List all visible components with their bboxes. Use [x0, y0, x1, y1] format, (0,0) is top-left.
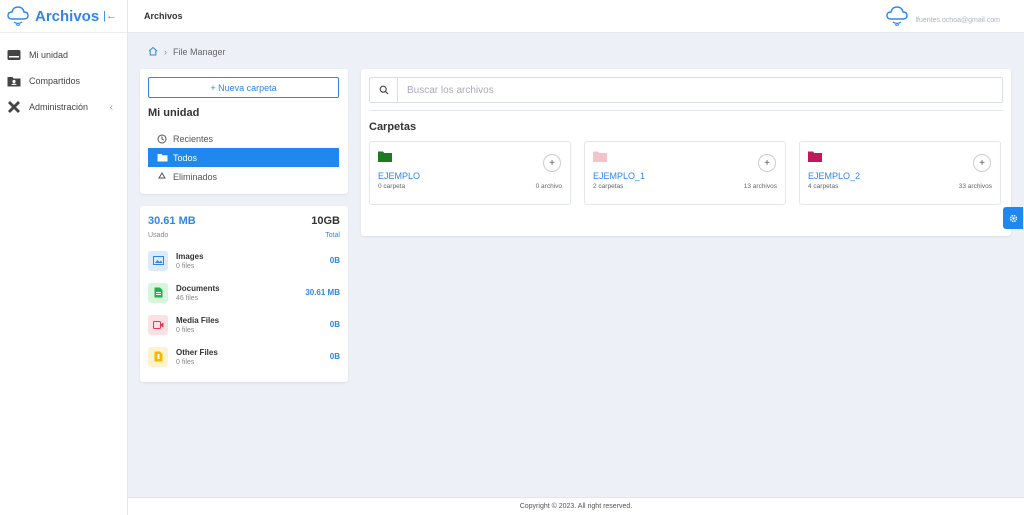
folder-name: EJEMPLO_2 — [808, 171, 861, 181]
file-type-count: 0 files — [176, 326, 195, 334]
file-type-name: Images — [176, 251, 204, 261]
sidebar-item-administracion[interactable]: Administración ‹ — [0, 94, 127, 120]
recycle-icon — [156, 171, 168, 182]
home-icon[interactable] — [148, 46, 158, 58]
new-folder-button[interactable]: + Nueva carpeta — [148, 77, 339, 98]
folder-name: EJEMPLO_1 — [593, 171, 646, 181]
folder-card[interactable]: + EJEMPLO_1 2 carpetas 13 archivos — [584, 141, 786, 205]
add-icon[interactable]: + — [973, 154, 991, 172]
add-icon[interactable]: + — [543, 154, 561, 172]
cloud-icon — [7, 6, 29, 26]
folder-file-count: 33 archivos — [958, 183, 992, 190]
divider — [369, 110, 1003, 111]
file-type-size: 0B — [329, 352, 340, 361]
nav-link-todos[interactable]: Todos — [148, 148, 339, 167]
brand[interactable]: Archivos |← — [0, 0, 127, 33]
search-bar — [369, 77, 1003, 103]
search-input[interactable] — [398, 84, 978, 96]
folder-card[interactable]: + EJEMPLO_2 4 carpetas 33 archivos — [799, 141, 1001, 205]
collapse-sidebar-icon[interactable]: |← — [103, 10, 117, 22]
folder-nav-card: + Nueva carpeta Mi unidad Recientes Todo… — [140, 69, 348, 194]
folder-grid: + EJEMPLO 0 carpeta 0 archivo + EJEMPLO_… — [369, 141, 1003, 205]
nav-link-eliminados[interactable]: Eliminados — [148, 167, 339, 186]
file-type-size: 0B — [329, 256, 340, 265]
folder-subfolder-count: 2 carpetas — [593, 183, 624, 190]
storage-used: 30.61 MB — [148, 215, 196, 227]
folder-icon — [593, 151, 607, 162]
folder-name: EJEMPLO — [378, 171, 421, 181]
user-email: lfuentes.ochoa@gmail.com — [915, 16, 1000, 24]
file-type-name: Other Files — [176, 347, 218, 357]
file-type-row: Other Files 0 files 0B — [148, 346, 340, 367]
folders-title: Carpetas — [369, 121, 417, 133]
sidebar-item-label: Compartidos — [29, 76, 81, 86]
breadcrumb: › File Manager — [148, 46, 226, 58]
nav-link-label: Todos — [173, 152, 198, 163]
storage-total: 10GB — [311, 215, 340, 227]
brand-name: Archivos — [35, 7, 100, 25]
storage-total-label: Total — [325, 232, 340, 239]
shared-folder-icon — [7, 74, 21, 88]
sidebar-item-label: Administración — [29, 102, 89, 112]
topbar: Archivos lfuentes.ochoa@gmail.com — [128, 0, 1024, 33]
file-type-size: 30.61 MB — [305, 288, 340, 297]
footer: Copyright © 2023. All right reserved. — [128, 497, 1024, 515]
page-title: Archivos — [144, 11, 183, 21]
nav-link-recientes[interactable]: Recientes — [148, 129, 339, 148]
file-type-name: Media Files — [176, 315, 220, 325]
sidebar-nav: Mi unidad Compartidos Administración ‹ — [0, 33, 127, 120]
sidebar-item-mi-unidad[interactable]: Mi unidad — [0, 42, 127, 68]
folder-card[interactable]: + EJEMPLO 0 carpeta 0 archivo — [369, 141, 571, 205]
settings-button[interactable] — [1003, 207, 1023, 229]
storage-used-label: Usado — [148, 232, 169, 239]
breadcrumb-current: File Manager — [173, 47, 226, 57]
other-file-icon — [148, 346, 168, 367]
video-icon — [148, 314, 168, 335]
storage-card: 30.61 MB 10GB Usado Total Images 0 files… — [140, 206, 348, 382]
file-type-row: Images 0 files 0B — [148, 250, 340, 271]
folder-file-count: 13 archivos — [743, 183, 777, 190]
section-title: Mi unidad — [148, 107, 200, 119]
file-type-count: 0 files — [176, 262, 195, 270]
recent-icon — [156, 134, 168, 144]
folder-icon — [378, 151, 392, 162]
user-menu[interactable]: lfuentes.ochoa@gmail.com — [885, 5, 1000, 27]
search-icon[interactable] — [370, 78, 398, 102]
add-icon[interactable]: + — [758, 154, 776, 172]
sidebar: Archivos |← Mi unidad Compartidos Admini… — [0, 0, 128, 515]
file-type-size: 0B — [329, 320, 340, 329]
folder-file-count: 0 archivo — [535, 183, 562, 190]
drive-icon — [7, 48, 21, 62]
nav-link-label: Eliminados — [173, 171, 218, 182]
file-type-name: Documents — [176, 283, 220, 293]
sidebar-item-label: Mi unidad — [29, 50, 69, 60]
file-type-row: Media Files 0 files 0B — [148, 314, 340, 335]
folder-open-icon — [156, 153, 168, 162]
folder-subfolder-count: 4 carpetas — [808, 183, 839, 190]
nav-link-label: Recientes — [173, 133, 214, 144]
file-type-count: 0 files — [176, 358, 195, 366]
gear-icon — [1009, 214, 1017, 222]
file-type-row: Documents 46 files 30.61 MB — [148, 282, 340, 303]
breadcrumb-separator-icon: › — [164, 47, 167, 57]
folder-subfolder-count: 0 carpeta — [378, 183, 406, 190]
tools-icon — [7, 100, 21, 114]
file-type-count: 46 files — [176, 294, 199, 302]
folder-icon — [808, 151, 822, 162]
document-icon — [148, 282, 168, 303]
main-card: Carpetas + EJEMPLO 0 carpeta 0 archivo +… — [361, 69, 1011, 236]
sidebar-item-compartidos[interactable]: Compartidos — [0, 68, 127, 94]
image-icon — [148, 250, 168, 271]
chevron-left-icon: ‹ — [109, 101, 113, 113]
user-cloud-icon — [886, 6, 909, 26]
